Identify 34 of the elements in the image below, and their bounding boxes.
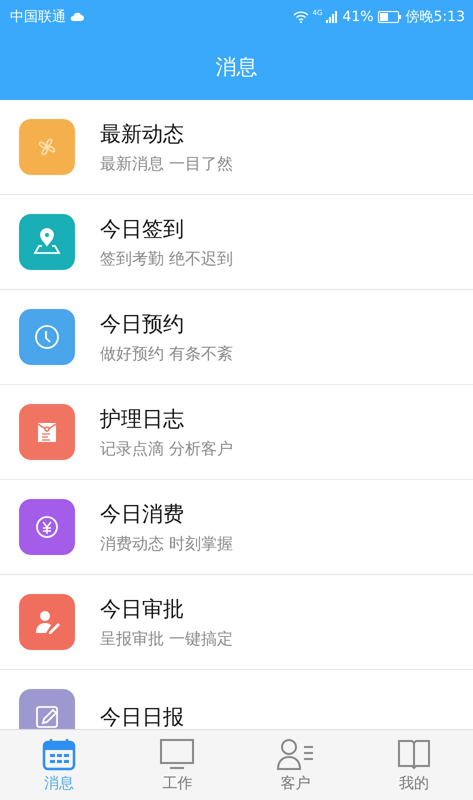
item-title: 今日签到 <box>100 216 185 242</box>
item-subtitle: 消费动态 时刻掌握 <box>100 534 234 554</box>
contacts-icon <box>276 737 315 771</box>
list-item[interactable]: 今日预约 做好预约 有条不紊 <box>0 290 473 385</box>
cloud-icon <box>70 12 84 22</box>
item-title: 护理日志 <box>100 406 185 432</box>
page-title: 消息 <box>216 54 258 81</box>
calendar-icon <box>42 737 76 771</box>
wifi-icon <box>292 11 309 23</box>
item-subtitle: 最新消息 一目了然 <box>100 154 234 174</box>
tab-button[interactable]: 客户 <box>236 730 355 800</box>
tab-button[interactable]: 我的 <box>354 730 473 800</box>
item-title: 今日审批 <box>100 596 185 622</box>
carrier-name: 中国联通 <box>10 8 66 26</box>
item-title: 今日消费 <box>100 500 185 528</box>
battery-icon <box>378 11 402 23</box>
item-title: 最新动态 <box>100 120 185 148</box>
list-item[interactable]: 护理日志 记录点滴 分析客户 <box>0 385 473 480</box>
item-title: 今日日报 <box>100 704 184 729</box>
monitor-icon <box>160 737 194 771</box>
list-item[interactable]: 今日消费 消费动态 时刻掌握 <box>0 480 473 575</box>
item-subtitle: 做好预约 有条不紊 <box>100 344 234 364</box>
list-item[interactable]: 最新动态 最新消息 一目了然 <box>0 100 473 195</box>
book-icon <box>396 737 431 771</box>
signal-icon <box>326 11 338 23</box>
item-subtitle: 呈报审批 一键搞定 <box>100 628 234 650</box>
list-item[interactable]: 今日审批 呈报审批 一键搞定 <box>0 575 473 670</box>
item-subtitle: 记录点滴 分析客户 <box>100 438 234 460</box>
battery-percent: 41% <box>342 9 374 25</box>
list-item[interactable]: 今日签到 签到考勤 绝不迟到 <box>0 195 473 290</box>
tab-button[interactable]: 工作 <box>118 730 236 800</box>
item-title: 今日预约 <box>100 310 185 338</box>
item-subtitle: 签到考勤 绝不迟到 <box>100 248 234 270</box>
clock-time: 傍晚5:13 <box>406 8 465 26</box>
